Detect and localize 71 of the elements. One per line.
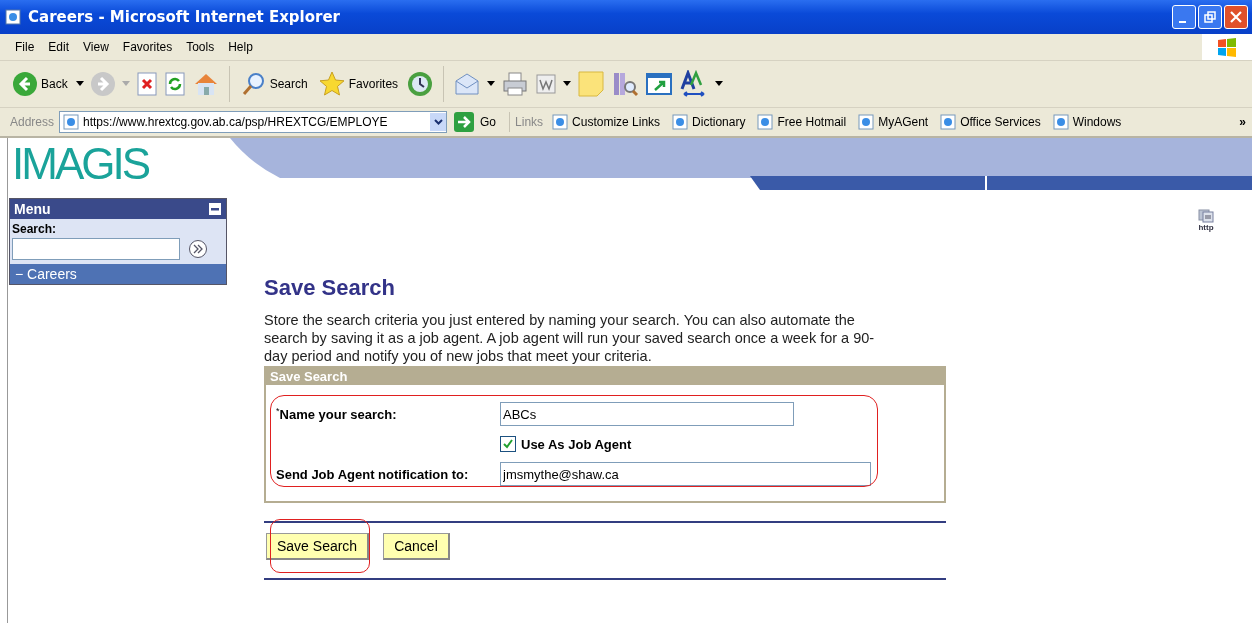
links-label: Links: [515, 115, 544, 129]
link-button[interactable]: MyAGent: [854, 113, 932, 131]
search-field[interactable]: [12, 238, 180, 260]
stop-icon[interactable]: [135, 71, 158, 97]
close-icon: [1230, 11, 1242, 23]
search-icon: [240, 71, 267, 97]
page-icon: [551, 113, 570, 131]
restore-icon: [1204, 11, 1216, 23]
text-field[interactable]: jmsmythe@shaw.ca: [500, 462, 871, 486]
search-label: Search:: [12, 222, 58, 236]
page-icon: [1051, 113, 1070, 131]
restore-button[interactable]: [1198, 5, 1222, 29]
star-icon: [317, 70, 346, 98]
menu-title: Menu: [14, 201, 51, 217]
link-button[interactable]: Free Hotmail: [753, 113, 850, 131]
close-button[interactable]: [1224, 5, 1248, 29]
dropdown-button[interactable]: [430, 113, 447, 131]
search-go-icon[interactable]: [188, 239, 208, 259]
menu-item[interactable]: View: [76, 40, 116, 54]
form-button[interactable]: Save Search: [266, 533, 370, 560]
link-button[interactable]: Windows: [1048, 113, 1125, 131]
page-icon: [1198, 209, 1214, 223]
favorites-button[interactable]: Favorites: [315, 70, 401, 98]
checkbox-label: Use As Job Agent: [521, 436, 632, 452]
dropdown-arrow-icon[interactable]: [563, 81, 572, 87]
window-title: Careers - Microsoft Internet Explorer: [28, 8, 341, 26]
group-title: Save Search: [266, 368, 944, 385]
menu-item[interactable]: − Careers: [10, 264, 226, 284]
field-label: $^{*}$Name your search:: [276, 405, 398, 423]
address-label: Address: [10, 115, 55, 129]
caret-icon: [433, 119, 443, 125]
page-icon: [756, 113, 775, 131]
more-links-button[interactable]: »: [1239, 115, 1246, 129]
collapse-icon[interactable]: [209, 203, 221, 215]
go-button[interactable]: Go: [452, 112, 505, 132]
dropdown-arrow-icon[interactable]: [75, 81, 84, 87]
link-button[interactable]: Customize Links: [548, 113, 664, 131]
menu-item[interactable]: Favorites: [115, 40, 180, 54]
page-icon: [939, 113, 958, 131]
minimize-button[interactable]: [1172, 5, 1196, 29]
page-icon: [671, 113, 690, 131]
history-icon[interactable]: [406, 70, 435, 98]
link-button[interactable]: Office Services: [936, 113, 1044, 131]
form-button[interactable]: Cancel: [383, 533, 450, 560]
text-field[interactable]: ABCs: [500, 402, 794, 426]
page-icon: [857, 113, 876, 131]
document-icon[interactable]: [535, 73, 558, 95]
windows-flag-icon: [1216, 36, 1238, 58]
books-icon[interactable]: [611, 70, 640, 98]
page-title: Save Search: [264, 275, 396, 301]
minimize-icon: [1178, 21, 1186, 23]
site-logo: IMAGIS: [11, 138, 150, 190]
dropdown-arrow-icon[interactable]: [487, 81, 496, 87]
checkbox[interactable]: [500, 436, 516, 452]
menu-item[interactable]: File: [8, 40, 42, 54]
description: Store the search criteria you just entered by naming your search. You can also automate the search by saving it as a job agent. A job agent will run your saved search once a week for a 90-day period and notify you of new jobs that meet your criteria.: [264, 311, 876, 365]
mail-icon[interactable]: [453, 71, 482, 97]
menu-item[interactable]: Tools: [179, 40, 222, 54]
search-button[interactable]: Search: [238, 71, 310, 97]
field-label: Send Job Agent notification to:: [276, 466, 470, 482]
printer-icon[interactable]: [501, 71, 530, 97]
dropdown-arrow-icon[interactable]: [715, 81, 724, 87]
http-icon[interactable]: http: [1198, 209, 1214, 232]
address-field[interactable]: https://www.hrextcg.gov.ab.ca/psp/HREXTCG/EMPLOYE: [59, 111, 448, 133]
link-button[interactable]: Dictionary: [668, 113, 749, 131]
menu-item[interactable]: Help: [221, 40, 260, 54]
refresh-icon[interactable]: [163, 71, 186, 97]
page-icon: [62, 113, 81, 131]
menu-item[interactable]: Edit: [41, 40, 77, 54]
back-button[interactable]: Back: [10, 71, 70, 97]
browser-icon: [4, 8, 22, 26]
